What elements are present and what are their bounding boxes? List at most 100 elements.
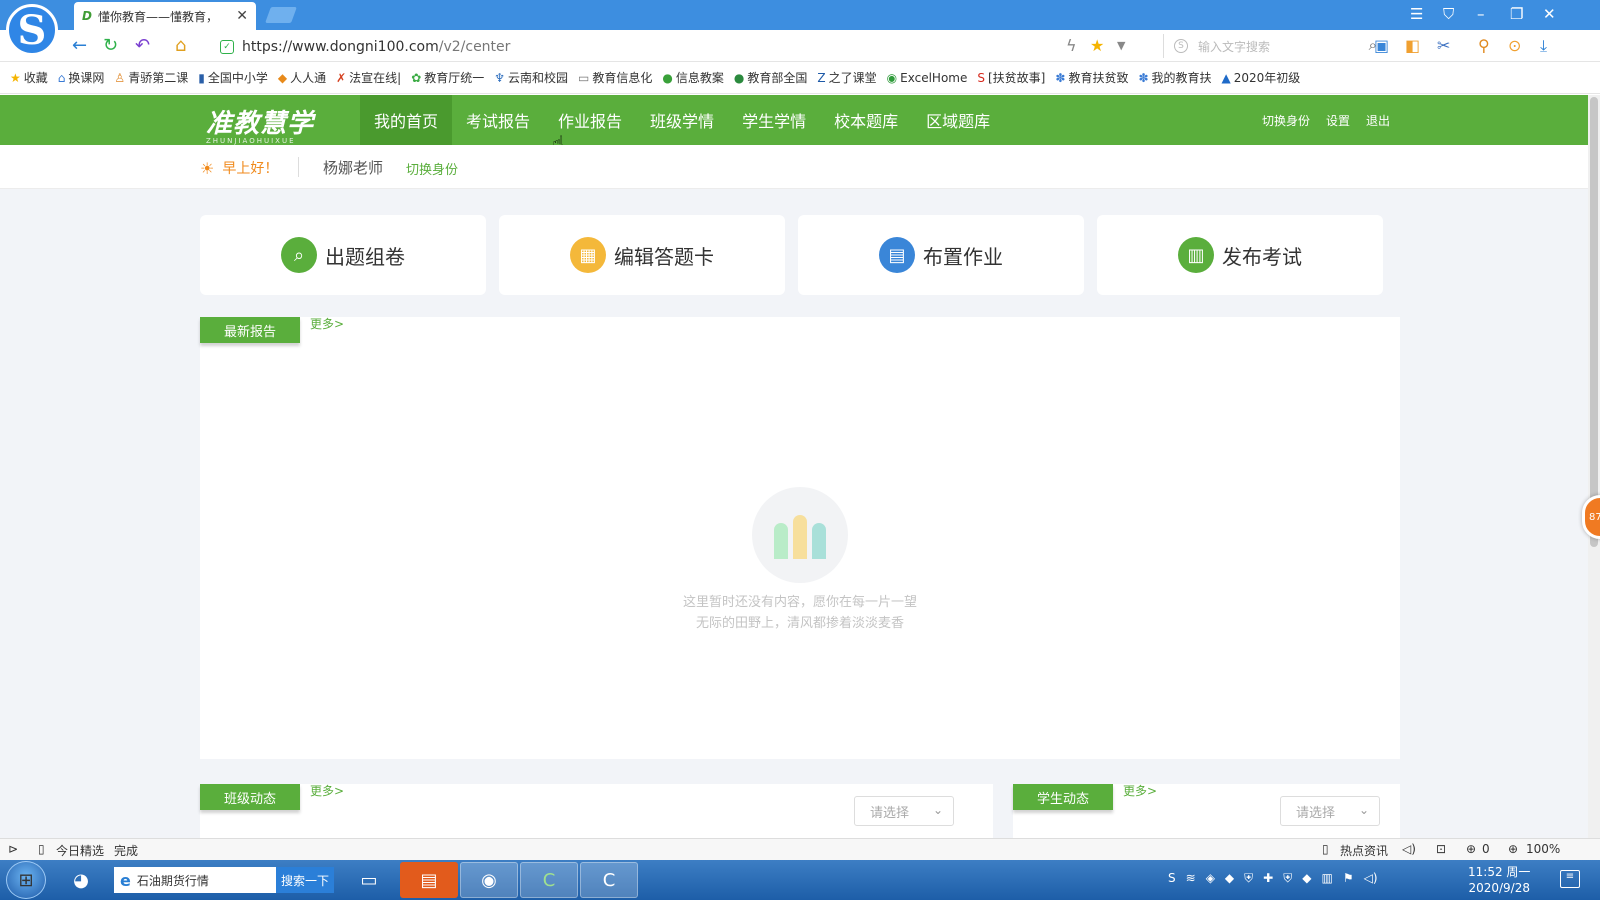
latest-reports-tag: 最新报告 — [200, 317, 300, 343]
bookmark-item[interactable]: ▲ 2020年初级 — [1222, 69, 1301, 86]
bookmark-item[interactable]: Z 之了课堂 — [817, 69, 876, 86]
zoom-level[interactable]: 100% — [1526, 842, 1560, 856]
back-icon[interactable]: ← — [72, 35, 87, 56]
close-window-icon[interactable]: ✕ — [1543, 5, 1556, 23]
network-icon[interactable]: ▥ — [1321, 871, 1332, 886]
today-picks-link[interactable]: 今日精选 — [56, 842, 104, 859]
camtasia-icon[interactable]: C — [520, 862, 578, 898]
menu-item[interactable]: 班级学情 — [636, 95, 728, 145]
minimize-icon[interactable]: – — [1477, 5, 1485, 23]
speed-icon[interactable]: ϟ — [1066, 36, 1077, 55]
bookmark-item[interactable]: ● 信息教案 — [662, 69, 724, 86]
class-activity-select[interactable]: 请选择 ⌄ — [854, 796, 954, 826]
bookmark-item[interactable]: ◉ ExcelHome — [887, 71, 968, 85]
page-scrollbar[interactable] — [1588, 95, 1600, 838]
bookmark-item[interactable]: ✗ 法宣在线| — [336, 69, 401, 86]
scrollbar-thumb[interactable] — [1590, 97, 1598, 547]
flag-icon[interactable]: ⚑ — [1343, 871, 1354, 886]
menu-item[interactable]: 区域题库 — [912, 95, 1004, 145]
bookmark-item[interactable]: ◆ 人人通 — [278, 69, 326, 86]
browser-search-input[interactable]: S 输入文字搜索 ⌕ — [1163, 34, 1383, 58]
extension-icon[interactable]: ◧ — [1405, 36, 1420, 55]
tray-app-icon[interactable]: ◈ — [1206, 871, 1215, 886]
screenshot-icon[interactable]: ⊡ — [1436, 842, 1446, 856]
volume-icon[interactable]: ◁) — [1402, 842, 1416, 856]
url-field[interactable]: ✓ https://www.dongni100.com/v2/center — [220, 36, 510, 58]
shield-icon[interactable]: ⛨ — [1283, 871, 1292, 886]
logout-link[interactable]: 退出 — [1366, 112, 1390, 129]
restore-icon[interactable]: ❐ — [1510, 5, 1523, 23]
switch-identity-button[interactable]: 切换身份 — [406, 159, 458, 178]
reload-icon[interactable]: ↻ — [103, 35, 118, 56]
menu-item[interactable]: 考试报告 — [452, 95, 544, 145]
start-button[interactable]: ⊞ — [6, 861, 46, 899]
home-icon[interactable]: ⌂ — [175, 35, 186, 56]
action-card[interactable]: ⌕ 出题组卷 — [200, 215, 486, 295]
speaker-icon[interactable]: ◁) — [1364, 871, 1378, 886]
student-activity-panel: 学生动态 更多> 请选择 ⌄ — [1013, 784, 1400, 838]
bookmark-item[interactable]: ▮ 全国中小学 — [198, 69, 268, 86]
system-clock[interactable]: 11:52 周一 2020/9/28 — [1468, 864, 1530, 896]
student-activity-more-link[interactable]: 更多> — [1123, 782, 1157, 799]
more-icon[interactable]: ⊙ — [1508, 36, 1521, 55]
class-activity-more-link[interactable]: 更多> — [310, 782, 344, 799]
download-counter-icon[interactable]: ⊕ — [1466, 842, 1476, 856]
sidebar-toggle-icon[interactable]: ⊳ — [8, 842, 18, 856]
latest-reports-more-link[interactable]: 更多> — [310, 315, 344, 332]
action-card[interactable]: ▤ 布置作业 — [798, 215, 1084, 295]
menu-item[interactable]: 校本题库 — [820, 95, 912, 145]
bookmark-item[interactable]: S [扶贫故事] — [977, 69, 1045, 86]
menu-icon[interactable]: ☰ — [1410, 5, 1423, 23]
bookmark-item[interactable]: ▭ 教育信息化 — [578, 69, 652, 86]
bookmark-item[interactable]: ✽ 我的教育扶 — [1138, 69, 1211, 86]
menu-item[interactable]: 我的首页 — [360, 95, 453, 145]
bookmark-item[interactable]: ✿ 教育厅统一 — [411, 69, 484, 86]
settings-link[interactable]: 设置 — [1326, 112, 1350, 129]
browser-logo[interactable]: S — [6, 4, 58, 56]
sogou-input-icon[interactable]: S — [1168, 871, 1176, 886]
bookmark-item[interactable]: ★ 收藏 — [10, 69, 48, 86]
download-count: 0 — [1482, 842, 1490, 856]
browser-tab[interactable]: D 懂你教育——懂教育， ✕ — [74, 2, 256, 30]
screenshot-icon[interactable]: ✂ — [1437, 36, 1450, 55]
action-card-label: 发布考试 — [1222, 244, 1302, 269]
dropdown-icon[interactable]: ▼ — [1117, 39, 1125, 52]
tab-close-icon[interactable]: ✕ — [236, 8, 248, 24]
shield-icon[interactable]: ⛨ — [1244, 871, 1253, 886]
chevron-down-icon: ⌄ — [932, 803, 943, 817]
new-tab-button[interactable] — [265, 7, 297, 23]
tools-icon[interactable]: ⚲ — [1478, 36, 1490, 55]
action-card[interactable]: ▦ 编辑答题卡 — [499, 215, 785, 295]
sogou-browser-icon[interactable]: ◉ — [460, 862, 518, 898]
pdf-app-icon[interactable]: ▤ — [400, 862, 458, 898]
browser-pinned-icon[interactable]: ◕ — [52, 862, 110, 898]
hot-news-link[interactable]: 热点资讯 — [1340, 842, 1388, 859]
zoom-icon[interactable]: ⊕ — [1508, 842, 1518, 856]
switch-identity-link[interactable]: 切换身份 — [1262, 112, 1310, 129]
bookmark-item[interactable]: ⌂ 换课网 — [58, 69, 105, 86]
bookmark-item[interactable]: ✽ 教育扶贫致 — [1055, 69, 1128, 86]
search-engine-icon: S — [1174, 39, 1188, 53]
bookmark-item[interactable]: ♆ 云南和校园 — [494, 69, 568, 86]
taskbar-search-button[interactable]: 搜索一下 — [276, 867, 334, 893]
student-activity-select[interactable]: 请选择 ⌄ — [1280, 796, 1380, 826]
skin-icon[interactable]: ⛉ — [1443, 5, 1454, 23]
wifi-icon[interactable]: ≋ — [1186, 871, 1196, 886]
download-icon[interactable]: ⤓ — [1540, 36, 1547, 56]
tray-app-icon[interactable]: ✚ — [1263, 871, 1273, 886]
bookmark-star-icon[interactable]: ★ — [1090, 36, 1104, 55]
undo-icon[interactable]: ↶ — [135, 35, 150, 56]
bookmark-item[interactable]: ♙ 青骄第二课 — [114, 69, 188, 86]
taskbar-search[interactable]: e 石油期货行情 搜索一下 — [114, 867, 334, 893]
load-status: 完成 — [114, 844, 139, 858]
bookmark-item[interactable]: ● 教育部全国 — [734, 69, 808, 86]
site-logo[interactable]: 准教慧学 ZHUNJIAOHUIXUE — [206, 103, 314, 145]
file-explorer-icon[interactable]: ▭ — [340, 862, 398, 898]
notification-icon[interactable]: ≡ — [1560, 870, 1580, 888]
camtasia-recorder-icon[interactable]: C — [580, 862, 638, 898]
translate-icon[interactable]: ▣ — [1374, 36, 1389, 55]
tray-app-icon[interactable]: ◆ — [1302, 871, 1311, 886]
menu-item[interactable]: 学生学情 — [728, 95, 820, 145]
tray-app-icon[interactable]: ◆ — [1225, 871, 1234, 886]
action-card[interactable]: ▥ 发布考试 — [1097, 215, 1383, 295]
